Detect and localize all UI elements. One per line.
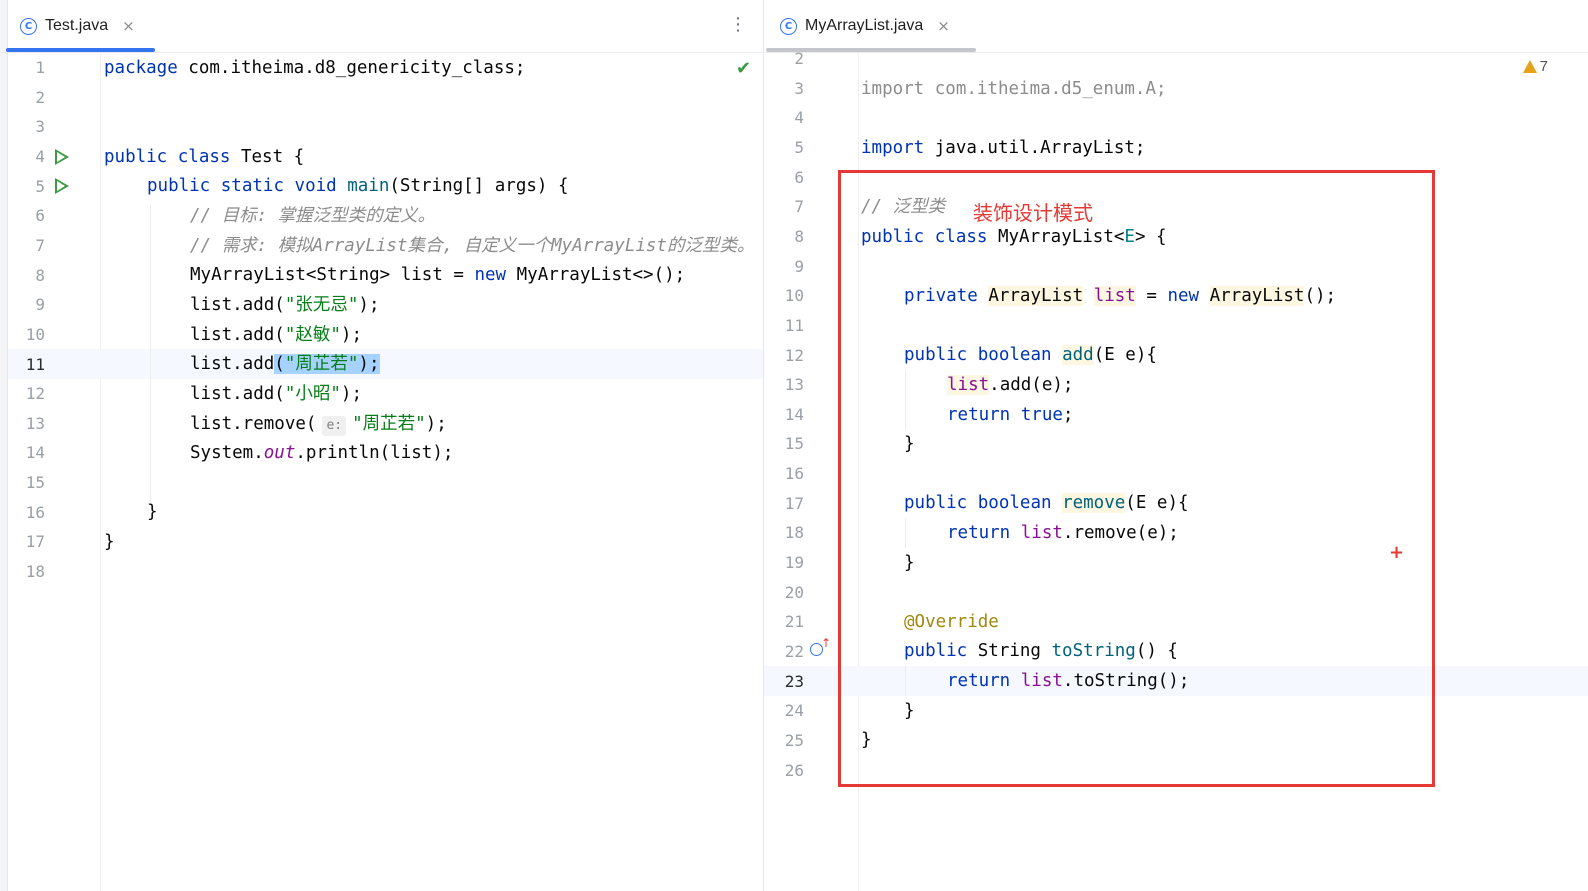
line-number[interactable]: 4 — [0, 142, 45, 172]
line-number[interactable]: 17 — [0, 527, 45, 557]
line-number[interactable]: 21 — [764, 607, 804, 637]
code-line: public class Test { — [104, 147, 305, 167]
code-line: list.remove(e: "周芷若"); — [190, 414, 447, 436]
line-number[interactable]: 20 — [764, 578, 804, 608]
code-line: list.add("张无忌"); — [190, 295, 380, 315]
tab-myarraylist-java[interactable]: C MyArrayList.java × — [766, 0, 976, 52]
code-line: list.add("赵敏"); — [190, 325, 362, 345]
code-line: } — [104, 532, 115, 552]
line-number[interactable]: 11 — [764, 311, 804, 341]
class-icon: C — [20, 17, 37, 35]
line-number[interactable]: 5 — [764, 133, 804, 163]
inspection-widget[interactable]: 7 — [1522, 58, 1548, 75]
line-number[interactable]: 17 — [764, 489, 804, 519]
line-number[interactable]: 7 — [764, 192, 804, 222]
line-number[interactable]: 10 — [764, 281, 804, 311]
line-number[interactable]: 6 — [0, 201, 45, 231]
line-number[interactable]: 12 — [0, 379, 45, 409]
code-line: import java.util.ArrayList; — [861, 138, 1146, 158]
line-number[interactable]: 11 — [0, 350, 45, 380]
line-number[interactable]: 25 — [764, 726, 804, 756]
class-icon: C — [780, 17, 797, 35]
line-number[interactable]: 19 — [764, 548, 804, 578]
code-line: import com.itheima.d5_enum.A; — [861, 79, 1167, 99]
line-number[interactable]: 2 — [0, 83, 45, 113]
left-editor-pane: C Test.java × ⋮ ✔ 1 2 3 4 5 6 7 8 9 10 11 12 13 14 15 1… — [0, 0, 763, 891]
active-tab-underline — [6, 48, 155, 52]
tab-test-java[interactable]: C Test.java × — [6, 0, 155, 52]
code-line-selected[interactable]: list.add("周芷若"); — [190, 349, 380, 379]
tab-label: Test.java — [45, 17, 109, 34]
close-icon[interactable]: × — [122, 17, 135, 35]
line-number[interactable]: 8 — [764, 222, 804, 252]
warning-count: 7 — [1539, 58, 1548, 75]
line-number[interactable]: 2 — [764, 44, 804, 74]
run-class-icon[interactable] — [55, 149, 69, 165]
line-number[interactable]: 14 — [764, 400, 804, 430]
line-number[interactable]: 15 — [0, 468, 45, 498]
code-line: } — [147, 502, 158, 522]
close-icon[interactable]: × — [937, 17, 950, 35]
override-arrow-icon: ↑ — [821, 636, 832, 650]
tab-label: MyArrayList.java — [805, 17, 924, 34]
code-comment: // 目标: 掌握泛型类的定义。 — [190, 206, 436, 226]
line-number[interactable]: 12 — [764, 341, 804, 371]
gutter-divider — [100, 53, 101, 891]
indent-guide — [150, 205, 151, 505]
more-options-icon[interactable]: ⋮ — [729, 14, 747, 35]
line-number[interactable]: 26 — [764, 756, 804, 786]
line-number[interactable]: 9 — [0, 290, 45, 320]
line-number[interactable]: 14 — [0, 438, 45, 468]
no-errors-check-icon: ✔ — [736, 58, 752, 79]
code-line: package com.itheima.d8_genericity_class; — [104, 58, 526, 78]
line-number[interactable]: 24 — [764, 696, 804, 726]
line-number[interactable]: 10 — [0, 320, 45, 350]
line-number[interactable]: 22 — [764, 637, 804, 667]
left-tab-bar: C Test.java × ⋮ — [0, 0, 763, 53]
line-number[interactable]: 13 — [764, 370, 804, 400]
line-number[interactable]: 6 — [764, 163, 804, 193]
line-number[interactable]: 9 — [764, 252, 804, 282]
line-number[interactable]: 4 — [764, 103, 804, 133]
line-number[interactable]: 3 — [0, 112, 45, 142]
line-number[interactable]: 3 — [764, 74, 804, 104]
line-number[interactable]: 1 — [0, 53, 45, 83]
cursor-plus-icon: + — [1389, 542, 1405, 563]
line-number[interactable]: 13 — [0, 409, 45, 439]
current-line-highlight — [8, 349, 763, 379]
code-line: MyArrayList<String> list = new MyArrayLi… — [190, 265, 686, 285]
line-number[interactable]: 18 — [764, 518, 804, 548]
code-line: System.out.println(list); — [190, 443, 454, 463]
line-number[interactable]: 16 — [0, 498, 45, 528]
code-comment: // 需求: 模拟ArrayList集合, 自定义一个MyArrayList的泛… — [190, 236, 755, 256]
code-line: list.add("小昭"); — [190, 384, 362, 404]
code-line: public static void main(String[] args) { — [147, 176, 569, 196]
annotation-red-box — [838, 170, 1435, 787]
line-number[interactable]: 18 — [0, 557, 45, 587]
warning-icon — [1522, 60, 1537, 73]
run-main-icon[interactable] — [55, 178, 69, 194]
line-number[interactable]: 16 — [764, 459, 804, 489]
line-number[interactable]: 7 — [0, 231, 45, 261]
line-number[interactable]: 5 — [0, 172, 45, 202]
parameter-hint: e: — [322, 416, 347, 436]
right-tab-bar: C MyArrayList.java × — [764, 0, 1588, 53]
line-number[interactable]: 15 — [764, 429, 804, 459]
line-number[interactable]: 23 — [764, 667, 804, 697]
annotation-text: 装饰设计模式 — [973, 201, 1093, 225]
line-number[interactable]: 8 — [0, 261, 45, 291]
